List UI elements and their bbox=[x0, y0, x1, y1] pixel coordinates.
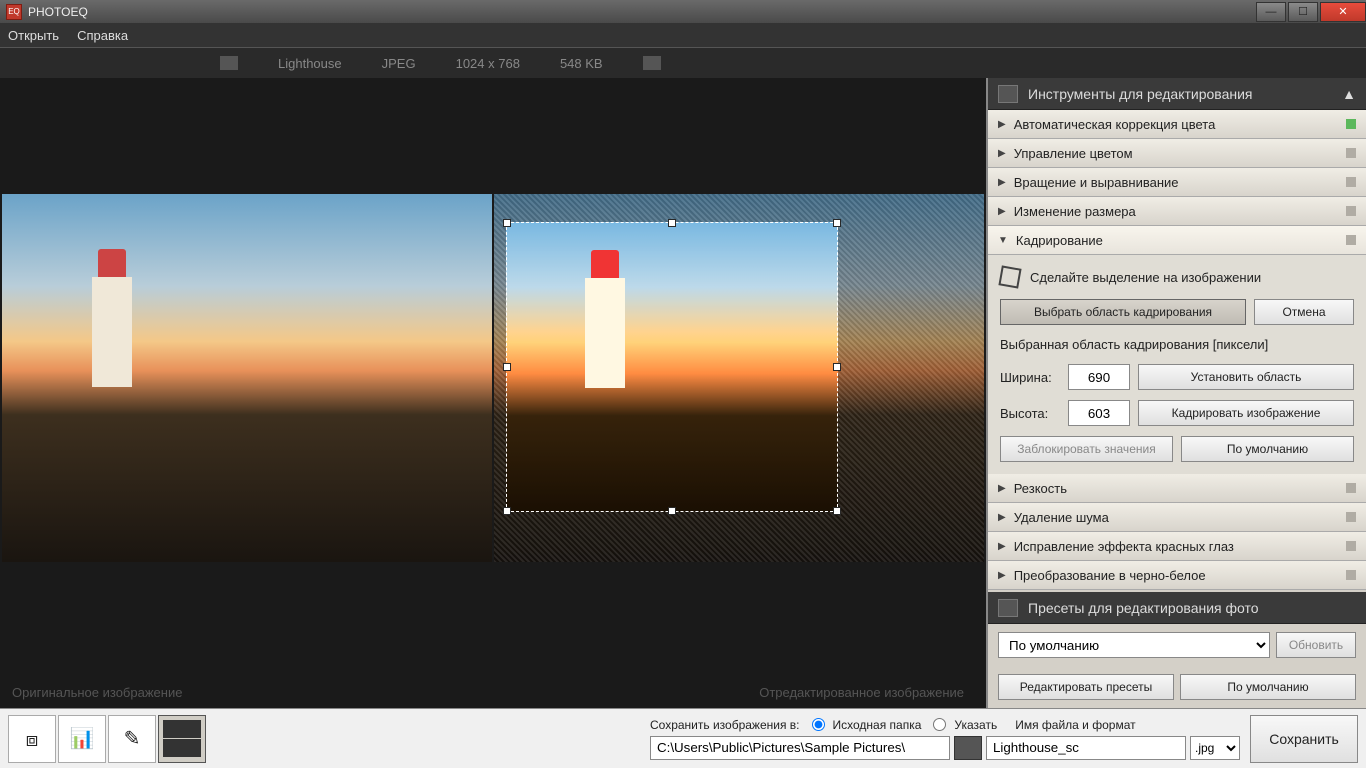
app-logo-icon: EQ bbox=[6, 4, 22, 20]
height-input[interactable] bbox=[1068, 400, 1130, 426]
default-crop-button[interactable]: По умолчанию bbox=[1181, 436, 1354, 462]
crop-handle[interactable] bbox=[668, 219, 676, 227]
filename-input[interactable] bbox=[986, 736, 1186, 760]
sliders-icon bbox=[998, 85, 1018, 103]
select-crop-area-button[interactable]: Выбрать область кадрирования bbox=[1000, 299, 1246, 325]
name-format-label: Имя файла и формат bbox=[1015, 718, 1135, 732]
crop-handle[interactable] bbox=[833, 363, 841, 371]
collapse-icon: ▲ bbox=[1342, 86, 1356, 102]
info-size: 548 KB bbox=[560, 56, 603, 71]
canvas-area: Оригинальное изображение Отредактированн… bbox=[0, 78, 986, 708]
info-name: Lighthouse bbox=[278, 56, 342, 71]
tools-panel-header[interactable]: Инструменты для редактирования ▲ bbox=[988, 78, 1366, 110]
save-button[interactable]: Сохранить bbox=[1250, 715, 1358, 763]
presets-panel-header[interactable]: Пресеты для редактирования фото bbox=[988, 592, 1366, 624]
tool-zoom-crop[interactable]: ⧈ bbox=[8, 715, 56, 763]
height-label: Высота: bbox=[1000, 406, 1060, 421]
infobar: Lighthouse JPEG 1024 x 768 548 KB bbox=[0, 48, 1366, 78]
crop-handle[interactable] bbox=[833, 507, 841, 515]
crop-handle[interactable] bbox=[503, 507, 511, 515]
tool-compare[interactable] bbox=[158, 715, 206, 763]
acc-rotate[interactable]: ▶Вращение и выравнивание bbox=[988, 168, 1366, 197]
acc-resize[interactable]: ▶Изменение размера bbox=[988, 197, 1366, 226]
width-label: Ширина: bbox=[1000, 370, 1060, 385]
acc-bw[interactable]: ▶Преобразование в черно-белое bbox=[988, 561, 1366, 590]
menubar: Открыть Справка bbox=[0, 24, 1366, 48]
info-dims: 1024 x 768 bbox=[456, 56, 520, 71]
sidebar: Инструменты для редактирования ▲ ▶Автома… bbox=[986, 78, 1366, 708]
update-preset-button[interactable]: Обновить bbox=[1276, 632, 1356, 658]
status-dot bbox=[1346, 570, 1356, 580]
tools-title: Инструменты для редактирования bbox=[1028, 86, 1253, 102]
acc-color-mgmt[interactable]: ▶Управление цветом bbox=[988, 139, 1366, 168]
status-dot bbox=[1346, 206, 1356, 216]
minimize-button[interactable]: — bbox=[1256, 2, 1286, 22]
acc-denoise[interactable]: ▶Удаление шума bbox=[988, 503, 1366, 532]
menu-help[interactable]: Справка bbox=[77, 28, 128, 43]
cancel-crop-button[interactable]: Отмена bbox=[1254, 299, 1354, 325]
status-dot bbox=[1346, 119, 1356, 129]
browse-folder-button[interactable] bbox=[954, 736, 982, 760]
crop-panel: Сделайте выделение на изображении Выбрат… bbox=[988, 255, 1366, 474]
edit-presets-button[interactable]: Редактировать пресеты bbox=[998, 674, 1174, 700]
bottom-bar: ⧈ 📊 ✎ Сохранить изображения в: Исходная … bbox=[0, 708, 1366, 768]
original-label: Оригинальное изображение bbox=[12, 685, 182, 700]
menu-open[interactable]: Открыть bbox=[8, 28, 59, 43]
lock-values-button[interactable]: Заблокировать значения bbox=[1000, 436, 1173, 462]
crop-image-button[interactable]: Кадрировать изображение bbox=[1138, 400, 1354, 426]
status-dot bbox=[1346, 177, 1356, 187]
crop-handle[interactable] bbox=[503, 219, 511, 227]
crop-selection[interactable] bbox=[506, 222, 838, 512]
original-image bbox=[2, 194, 492, 562]
set-area-button[interactable]: Установить область bbox=[1138, 364, 1354, 390]
tool-edit[interactable]: ✎ bbox=[108, 715, 156, 763]
presets-title: Пресеты для редактирования фото bbox=[1028, 600, 1259, 616]
path-input[interactable] bbox=[650, 736, 950, 760]
status-dot bbox=[1346, 512, 1356, 522]
src-folder-radio[interactable] bbox=[812, 718, 825, 731]
info-format: JPEG bbox=[382, 56, 416, 71]
specify-radio[interactable] bbox=[933, 718, 946, 731]
image-icon bbox=[220, 56, 238, 70]
maximize-button[interactable]: ☐ bbox=[1288, 2, 1318, 22]
save-to-label: Сохранить изображения в: bbox=[650, 718, 800, 732]
selected-area-label: Выбранная область кадрирования [пиксели] bbox=[1000, 337, 1354, 352]
edited-label: Отредактированное изображение bbox=[759, 685, 964, 700]
acc-redeye[interactable]: ▶Исправление эффекта красных глаз bbox=[988, 532, 1366, 561]
preset-select[interactable]: По умолчанию bbox=[998, 632, 1270, 658]
camera-icon[interactable] bbox=[643, 56, 661, 70]
acc-auto-color[interactable]: ▶Автоматическая коррекция цвета bbox=[988, 110, 1366, 139]
crop-handle[interactable] bbox=[668, 507, 676, 515]
crop-hint: Сделайте выделение на изображении bbox=[1030, 270, 1261, 285]
crop-handle[interactable] bbox=[503, 363, 511, 371]
status-dot bbox=[1346, 541, 1356, 551]
width-input[interactable] bbox=[1068, 364, 1130, 390]
crop-icon bbox=[998, 265, 1021, 288]
clipboard-icon bbox=[998, 599, 1018, 617]
tool-histogram[interactable]: 📊 bbox=[58, 715, 106, 763]
crop-handle[interactable] bbox=[833, 219, 841, 227]
window-title: PHOTOEQ bbox=[28, 5, 88, 19]
titlebar: EQ PHOTOEQ — ☐ ✕ bbox=[0, 0, 1366, 24]
status-dot bbox=[1346, 148, 1356, 158]
close-button[interactable]: ✕ bbox=[1320, 2, 1366, 22]
edited-image[interactable] bbox=[494, 194, 984, 562]
acc-sharpness[interactable]: ▶Резкость bbox=[988, 474, 1366, 503]
ext-select[interactable]: .jpg bbox=[1190, 736, 1240, 760]
default-preset-button[interactable]: По умолчанию bbox=[1180, 674, 1356, 700]
status-dot bbox=[1346, 483, 1356, 493]
status-dot bbox=[1346, 235, 1356, 245]
acc-crop[interactable]: ▼Кадрирование bbox=[988, 226, 1366, 255]
